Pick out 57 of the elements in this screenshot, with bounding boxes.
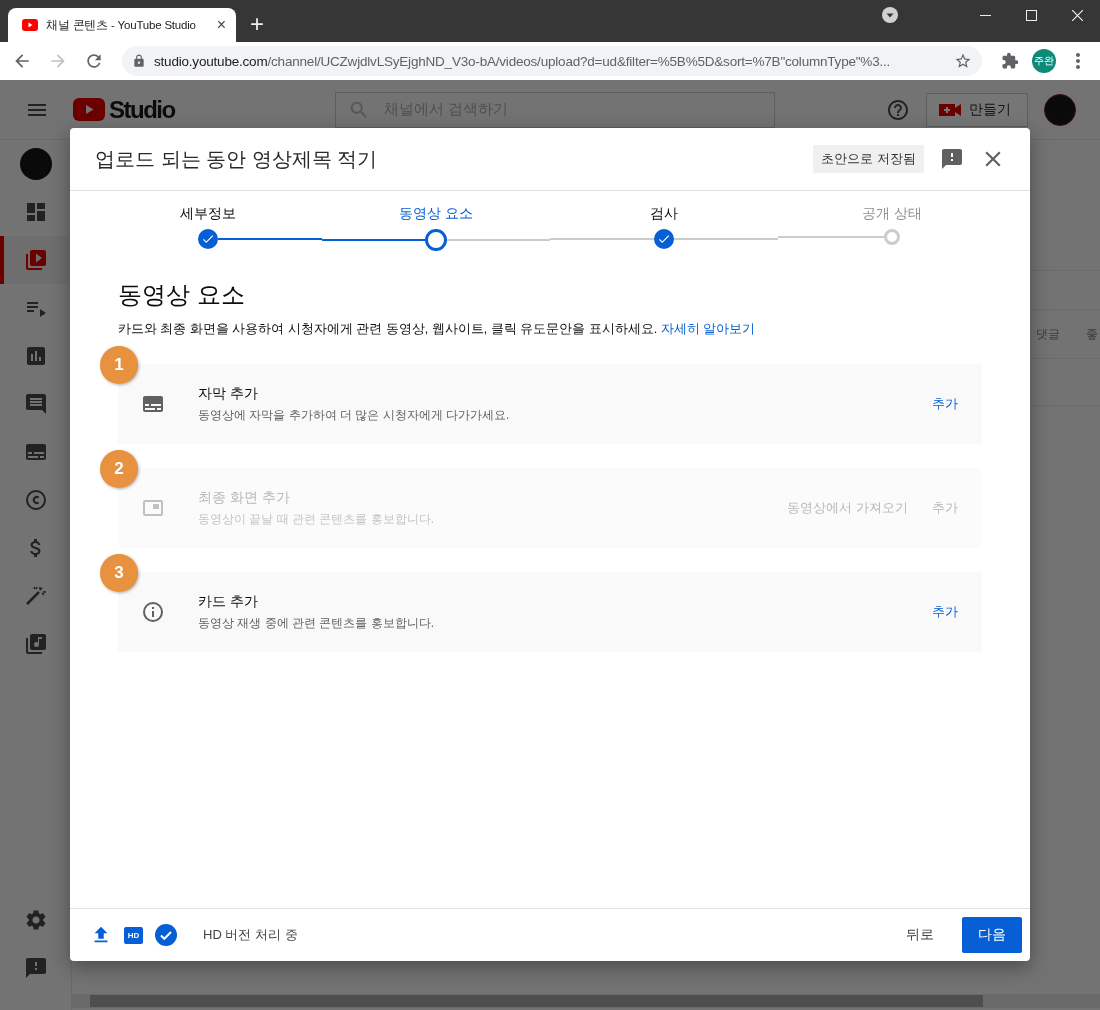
- maximize-icon[interactable]: [1025, 9, 1037, 21]
- draft-status: 초안으로 저장됨: [813, 145, 924, 173]
- logo-text: Studio: [109, 95, 175, 124]
- step-tab[interactable]: 공개 상태: [862, 205, 922, 223]
- tab-title: 채널 콘텐츠 - YouTube Studio: [46, 17, 197, 33]
- browser-tab[interactable]: 채널 콘텐츠 - YouTube Studio ×: [8, 8, 236, 42]
- video-library-icon: [23, 248, 48, 272]
- step-number-badge: 1: [100, 346, 138, 384]
- step-tab[interactable]: 동영상 요소: [399, 205, 473, 223]
- step-number-badge: 2: [100, 450, 138, 488]
- comment-icon: [23, 392, 48, 416]
- check-circle-icon: [155, 924, 177, 946]
- channel-avatar[interactable]: [1044, 93, 1076, 126]
- copyright-icon: [23, 488, 48, 512]
- help-icon: [886, 97, 910, 122]
- action-button[interactable]: 추가: [932, 603, 958, 621]
- learn-more-link[interactable]: 자세히 알아보기: [660, 322, 756, 336]
- play-logo-icon: [73, 98, 105, 121]
- video-camera-icon: [939, 101, 961, 118]
- processing-status: HD 버전 처리 중: [203, 926, 299, 944]
- card-subtitle: 동영상 재생 중에 관련 콘텐츠를 홍보합니다.: [198, 614, 435, 632]
- minimize-icon[interactable]: [979, 14, 991, 16]
- channel-avatar[interactable]: [19, 148, 52, 180]
- step-number-badge: 3: [100, 554, 138, 592]
- create-button[interactable]: 만들기: [926, 92, 1028, 127]
- card-title: 카드 추가: [198, 592, 259, 611]
- section-heading: 동영상 요소: [118, 280, 246, 310]
- action-button[interactable]: 추가: [932, 395, 958, 413]
- step-tab[interactable]: 세부정보: [180, 205, 236, 223]
- scrollbar[interactable]: [72, 994, 1100, 1008]
- puzzle-icon: [1001, 52, 1019, 70]
- feedback-icon: [940, 147, 964, 171]
- youtube-icon: [22, 19, 38, 31]
- more-icon[interactable]: [1076, 53, 1080, 69]
- step-tab[interactable]: 검사: [650, 205, 678, 223]
- address-bar[interactable]: studio.youtube.com/channel/UCZwjdlvLSyEjghND_V3o-bA/videos/upload?d=ud&filter=%5B%5D&sort=%7B"columnType"%3...: [122, 46, 982, 76]
- feedback-icon: [23, 956, 48, 980]
- tab-close-button[interactable]: ×: [216, 16, 226, 34]
- section-description: 카드와 최종 화면을 사용하여 시청자에게 관련 동영상, 웹사이트, 클릭 유도문안을 표시하세요. 자세히 알아보기: [118, 321, 757, 338]
- music-library-icon: [23, 632, 48, 656]
- star-icon: [954, 52, 972, 70]
- back-button[interactable]: 뒤로: [896, 926, 944, 944]
- next-button[interactable]: 다음: [962, 917, 1022, 953]
- info-icon: [141, 600, 165, 624]
- hd-badge: HD: [124, 926, 143, 944]
- dialog-title: 업로드 되는 동안 영상제목 적기: [95, 146, 379, 172]
- feedback-button[interactable]: [940, 147, 964, 171]
- profile-avatar[interactable]: 주완: [1032, 49, 1056, 73]
- close-icon[interactable]: [1071, 9, 1083, 21]
- card-subtitle: 동영상에 자막을 추가하여 더 많은 시청자에게 다가가세요.: [198, 406, 511, 424]
- card-title: 최종 화면 추가: [198, 488, 291, 507]
- card-title: 자막 추가: [198, 384, 259, 403]
- lock-icon: [132, 54, 146, 68]
- url-text: studio.youtube.com/channel/UCZwjdlvLSyEjghND_V3o-bA/videos/upload?d=ud&filter=%5B%5D&sort=%7B"columnType"%3...: [154, 53, 892, 69]
- reload-icon: [84, 51, 104, 71]
- tab-search-icon[interactable]: [882, 7, 898, 23]
- new-tab-button[interactable]: +: [250, 10, 264, 38]
